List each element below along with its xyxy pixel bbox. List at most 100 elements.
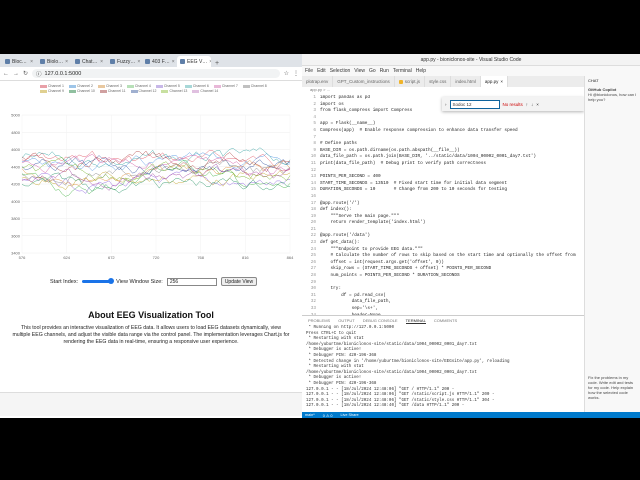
code-line[interactable]: 30 try: <box>302 286 584 293</box>
editor-tab[interactable]: style.css <box>425 76 452 87</box>
code-line[interactable]: 15 DURATION_SECONDS = 10 # Change from 20… <box>302 187 584 194</box>
code-line[interactable]: 33 sep='\s+', <box>302 306 584 313</box>
start-index-slider[interactable] <box>82 278 115 284</box>
code-line[interactable]: 22 @app.route('/data') <box>302 233 584 240</box>
code-line[interactable]: 20 return render_template('index.html') <box>302 220 584 227</box>
address-bar[interactable]: ⓘ 127.0.0.1:5000 <box>32 69 280 78</box>
code-line[interactable]: 27 skip_rows = (START_TIME_SECONDS + off… <box>302 266 584 273</box>
code-line[interactable]: 19 """Serve the main page.""" <box>302 214 584 221</box>
code-line[interactable]: 4 <box>302 115 584 122</box>
close-icon[interactable]: × <box>209 59 211 65</box>
code-text: DURATION_SECONDS = 10 # Change from 200 … <box>320 187 508 193</box>
browser-tab-active[interactable]: EEG V… × <box>177 56 211 67</box>
tab-favicon <box>5 59 10 64</box>
menu-go[interactable]: Go <box>369 68 376 74</box>
code-line[interactable]: 14 START_TIME_SECONDS = 13510 # Fixed sta… <box>302 181 584 188</box>
forward-icon[interactable]: → <box>13 71 19 77</box>
x-tick-label: 768 <box>197 255 204 260</box>
code-line[interactable]: 11 print(data_file_path) # Debug print to… <box>302 161 584 168</box>
tab-comments[interactable]: COMMENTS <box>434 318 457 323</box>
editor-tab[interactable]: GPT_Custom_instructions <box>333 76 395 87</box>
tab-terminal[interactable]: TERMINAL <box>405 318 426 324</box>
window-size-label: View Window Size: <box>116 278 163 285</box>
close-icon[interactable]: × <box>30 59 33 65</box>
code-text: def get_data(): <box>320 240 360 246</box>
branch-status[interactable]: main* <box>305 413 315 417</box>
code-line[interactable]: 7 <box>302 135 584 142</box>
editor-tab[interactable]: script.js <box>395 76 426 87</box>
menu-selection[interactable]: Selection <box>330 68 351 74</box>
line-number: 24 <box>310 246 316 252</box>
bookmark-star-icon[interactable]: ☆ <box>284 70 289 77</box>
tab-problems[interactable]: PROBLEMS <box>308 318 330 323</box>
code-line[interactable]: 23 def get_data(): <box>302 240 584 247</box>
new-tab-button[interactable]: + <box>212 60 222 67</box>
update-view-button[interactable]: Update View <box>220 277 258 286</box>
copilot-greeting: Hi @bioniclonos, how can I help you? <box>588 92 637 102</box>
code-line[interactable]: 28 num_points = POINTS_PER_SECOND * DURA… <box>302 273 584 280</box>
menu-run[interactable]: Run <box>380 68 389 74</box>
code-line[interactable]: 6 Compress(app) # Enable response compres… <box>302 128 584 135</box>
find-input[interactable]: Sodoc 12 <box>449 99 500 109</box>
menu-help[interactable]: Help <box>416 68 426 74</box>
browser-tab[interactable]: Chat… × <box>72 56 106 67</box>
code-line[interactable]: 24 """Endpoint to provide EEG data.""" <box>302 247 584 254</box>
line-number: 7 <box>313 134 316 140</box>
code-line[interactable]: 25 # Calculate the number of rows to ski… <box>302 253 584 260</box>
code-line[interactable]: 32 data_file_path, <box>302 299 584 306</box>
problems-status[interactable]: 0 ⚠ 0 <box>323 413 333 418</box>
arrow-down-icon[interactable]: ↓ <box>531 102 533 107</box>
browser-tab[interactable]: Biolo… × <box>37 56 71 67</box>
browser-tab[interactable]: 403 F… × <box>142 56 176 67</box>
line-number: 22 <box>310 233 316 239</box>
code-editor[interactable]: 1 import pandas as pd 2 import os 3 from flas… <box>302 95 584 315</box>
tab-favicon <box>75 59 80 64</box>
editor-tab[interactable]: index.html <box>451 76 481 87</box>
window-size-input[interactable]: 256 <box>166 277 217 286</box>
menu-file[interactable]: File <box>305 68 313 74</box>
arrow-up-icon[interactable]: ↑ <box>526 102 528 107</box>
line-number: 8 <box>313 141 316 147</box>
close-icon[interactable]: × <box>536 102 539 107</box>
editor-tab-active[interactable]: app.py × <box>480 76 508 87</box>
code-line[interactable]: 17 @app.route('/') <box>302 201 584 208</box>
code-line[interactable]: 8 # Define paths <box>302 141 584 148</box>
menu-view[interactable]: View <box>354 68 365 74</box>
editor-tab[interactable]: plotrap.env <box>302 76 334 87</box>
code-line[interactable]: 10 data_file_path = os.path.join(BASE_DIR… <box>302 154 584 161</box>
code-line[interactable]: 16 <box>302 194 584 201</box>
tab-debug-console[interactable]: DEBUG CONSOLE <box>363 318 398 323</box>
browser-tab[interactable]: Fuzzy… × <box>107 56 141 67</box>
terminal-output[interactable]: * Running on http://127.0.0.1:5000 Press … <box>302 325 584 411</box>
site-info-icon[interactable]: ⓘ <box>36 70 42 78</box>
menu-edit[interactable]: Edit <box>317 68 326 74</box>
close-icon[interactable]: × <box>65 59 68 65</box>
code-text: app = Flask(__name__) <box>320 121 376 127</box>
line-number: 4 <box>313 114 316 120</box>
live-share-status[interactable]: Live Share <box>340 413 358 417</box>
code-line[interactable]: 13 POINTS_PER_SECOND = 400 <box>302 174 584 181</box>
code-line[interactable]: 29 <box>302 280 584 287</box>
code-text: sep='\s+', <box>320 306 378 311</box>
close-icon[interactable]: × <box>172 59 175 65</box>
code-line[interactable]: 5 app = Flask(__name__) <box>302 121 584 128</box>
back-icon[interactable]: ← <box>3 71 9 77</box>
code-line[interactable]: 21 <box>302 227 584 234</box>
chevron-right-icon[interactable]: › <box>445 102 447 107</box>
code-line[interactable]: 26 offset = int(request.args.get('offset… <box>302 260 584 267</box>
bottom-panel: PROBLEMS OUTPUT DEBUG CONSOLE TERMINAL C… <box>302 315 584 412</box>
vscode-window: app.py - bioniclonos-site - Visual Studi… <box>302 54 640 418</box>
about-heading: About EEG Visualization Tool <box>88 310 214 320</box>
code-line[interactable]: 12 <box>302 168 584 175</box>
code-line[interactable]: 31 df = pd.read_csv( <box>302 293 584 300</box>
menu-icon[interactable]: ⋮ <box>293 70 299 77</box>
code-line[interactable]: 18 def index(): <box>302 207 584 214</box>
close-icon[interactable]: × <box>500 79 503 84</box>
reload-icon[interactable]: ↻ <box>23 70 28 77</box>
code-line[interactable]: 9 BASE_DIR = os.path.dirname(os.path.absp… <box>302 148 584 155</box>
close-icon[interactable]: × <box>137 59 140 65</box>
menu-terminal[interactable]: Terminal <box>393 68 412 74</box>
browser-tab[interactable]: Bloc… × <box>2 56 36 67</box>
tab-output[interactable]: OUTPUT <box>338 318 354 323</box>
close-icon[interactable]: × <box>100 59 103 65</box>
